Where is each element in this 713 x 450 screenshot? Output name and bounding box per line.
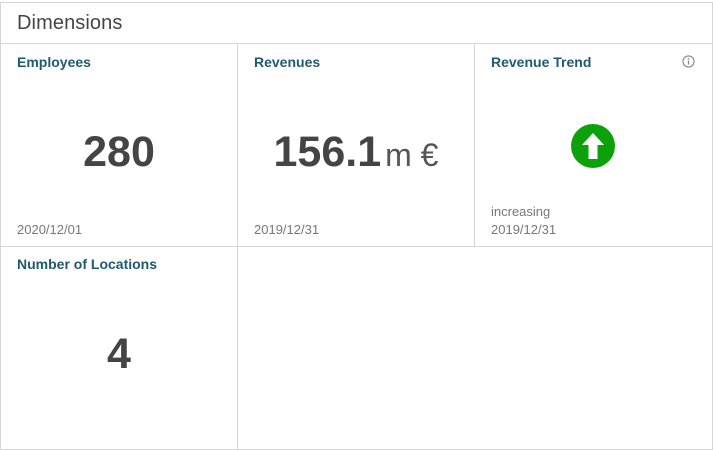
revenues-date: 2019/12/31 xyxy=(254,222,320,237)
employees-value: 280 xyxy=(83,128,155,176)
panel-header: Dimensions xyxy=(1,3,712,44)
tile-title: Number of Locations xyxy=(17,256,158,272)
locations-value: 4 xyxy=(107,330,131,378)
revenues-unit: m € xyxy=(385,137,439,173)
info-icon[interactable] xyxy=(682,55,695,68)
revenue-trend-tile[interactable]: Revenue Trend increasing 2019/12/31 xyxy=(475,45,712,246)
tile-title: Revenue Trend xyxy=(491,54,592,70)
tile-title: Employees xyxy=(17,54,91,70)
employees-date: 2020/12/01 xyxy=(17,222,83,237)
trend-status: increasing xyxy=(491,204,551,219)
panel-title: Dimensions xyxy=(17,12,123,34)
revenues-value-row: 156.1 m € xyxy=(238,131,474,174)
arrow-up-circle-icon xyxy=(571,124,615,168)
revenues-value: 156.1 xyxy=(273,128,382,176)
tile-title: Revenues xyxy=(254,54,321,70)
employees-tile[interactable]: Employees 280 2020/12/01 xyxy=(1,45,237,246)
revenues-tile[interactable]: Revenues 156.1 m € 2019/12/31 xyxy=(238,45,474,246)
locations-tile[interactable]: Number of Locations 4 xyxy=(1,247,237,449)
dimensions-panel: Dimensions Employees 280 2020/12/01 Reve… xyxy=(0,2,713,450)
empty-area xyxy=(238,247,712,449)
trend-date: 2019/12/31 xyxy=(491,222,557,237)
